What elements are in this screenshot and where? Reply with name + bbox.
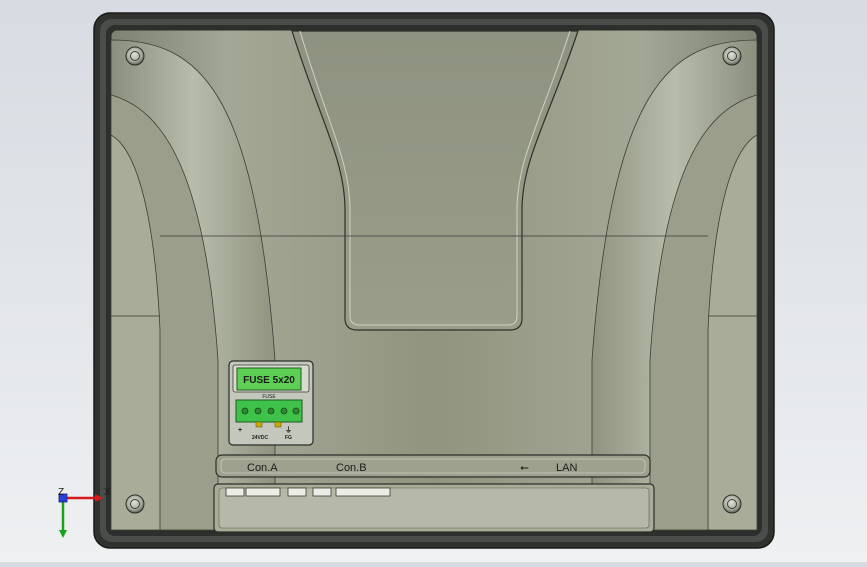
con-b-port[interactable]: [287, 487, 307, 497]
power-label: 24VDC: [252, 435, 269, 441]
usb-port[interactable]: [312, 487, 332, 497]
lan-port[interactable]: [335, 487, 391, 497]
con-a-label: Con.A: [247, 462, 278, 474]
ground-icon: ⏚: [285, 426, 292, 434]
cad-viewport[interactable]: FUSE 5x20 FUSE + 24VDC FG ⏚ Con.A Con.B …: [0, 0, 867, 562]
con-b-label: Con.B: [336, 462, 367, 474]
mounting-screw-top-right: [722, 46, 742, 66]
mounting-screw-bottom-left: [125, 494, 145, 514]
power-fuse-module[interactable]: FUSE 5x20 FUSE + 24VDC FG ⏚: [228, 360, 314, 446]
axis-z-label: Z: [58, 487, 64, 498]
mounting-screw-bottom-right: [722, 494, 742, 514]
lan-label: LAN: [556, 462, 577, 474]
port-label-strip: Con.A Con.B ⭠ LAN: [215, 454, 651, 478]
con-a-port[interactable]: [225, 487, 245, 497]
plus-icon: +: [238, 427, 242, 434]
mounting-screw-top-left: [125, 46, 145, 66]
axis-x-label: X: [104, 487, 111, 498]
con-a-port-body[interactable]: [245, 487, 281, 497]
usb-icon: ⭠: [520, 462, 529, 474]
fg-label: FG: [285, 435, 292, 441]
connector-port-row: [213, 483, 655, 533]
fuse-small-label: FUSE: [262, 394, 276, 400]
fuse-label: FUSE 5x20: [243, 375, 295, 386]
